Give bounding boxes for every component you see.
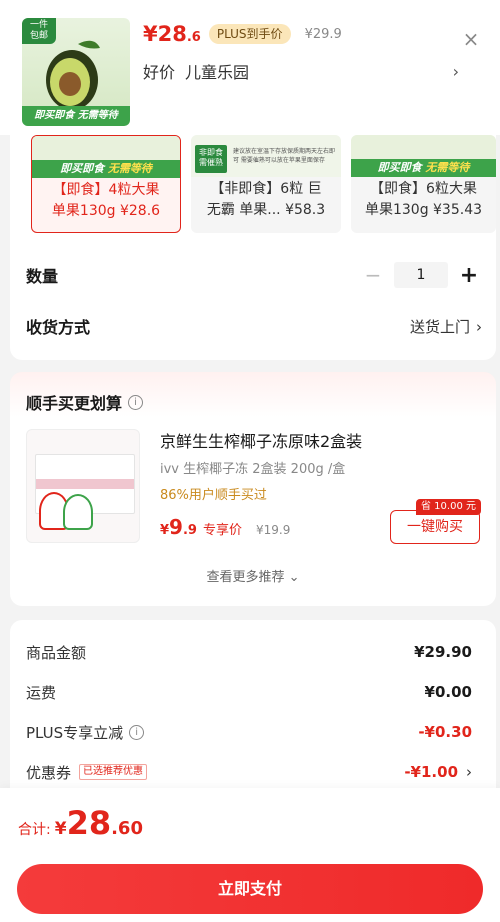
plus-price-badge: PLUS到手价: [208, 24, 291, 44]
variant-label: 【非即食】6粒 巨 无霸 单果... ¥58.3: [206, 181, 326, 218]
variant-panel: 即买即食 无需等待 【即食】4粒大果 单果130g ¥28.6 非即食 需催熟 …: [10, 135, 496, 360]
bundle-original-price: ¥19.9: [255, 523, 291, 537]
variant-label: 【即食】4粒大果 单果130g ¥28.6: [51, 182, 161, 219]
product-header: 一件包邮 即买即食 无需等待 ¥28 .6 PLUS到手价 ¥29.9 × 好价…: [0, 0, 500, 135]
checkout-footer: 合计: ¥ 28 .60 立即支付: [0, 788, 500, 922]
avocado-image: [46, 40, 100, 110]
info-icon[interactable]: i: [128, 394, 144, 410]
summary-row-shipping: 运费 ¥0.00: [26, 683, 472, 702]
product-thumbnail: 一件包邮 即买即食 无需等待: [22, 18, 130, 126]
promo-tag-kids: 儿童乐园: [185, 63, 250, 82]
summary-row-goods: 商品金额 ¥29.90: [26, 643, 472, 662]
chevron-right-icon: ›: [476, 317, 482, 336]
delivery-label: 收货方式: [26, 318, 91, 337]
plus-button[interactable]: +: [456, 263, 482, 288]
current-price-decimal: .6: [186, 30, 201, 45]
variant-image: 非即食 需催熟 建议放在室温下存放保质期两天左右即可 需要催熟可以放在苹果里面保…: [191, 135, 341, 177]
variant-band: 即买即食 无需等待: [351, 159, 496, 177]
chevron-right-icon: ›: [466, 763, 472, 781]
variant-image: 即买即食 无需等待: [32, 136, 180, 178]
variant-option[interactable]: 即买即食 无需等待 【即食】6粒大果 单果130g ¥35.43: [351, 135, 496, 233]
bundle-product-image[interactable]: [26, 429, 140, 543]
minus-button[interactable]: −: [360, 263, 386, 287]
original-price: ¥29.9: [304, 27, 342, 42]
quantity-row: 数量 − 1 +: [26, 260, 482, 290]
variant-tag: 非即食 需催熟: [195, 145, 227, 173]
exclusive-price-label: 专享价: [202, 523, 242, 538]
variant-option[interactable]: 即买即食 无需等待 【即食】4粒大果 单果130g ¥28.6: [31, 135, 181, 233]
more-recommendations-link[interactable]: 查看更多推荐 ⌄: [10, 566, 496, 585]
info-icon[interactable]: i: [129, 724, 145, 740]
quantity-stepper: − 1 +: [360, 262, 482, 288]
quantity-label: 数量: [26, 267, 59, 286]
order-summary: 商品金额 ¥29.90 运费 ¥0.00 PLUS专享立减 i -¥0.30 优…: [10, 620, 496, 810]
price-row: ¥28 .6 PLUS到手价 ¥29.9: [143, 22, 342, 50]
bundle-product-name[interactable]: 京鲜生生榨椰子冻原味2盒装: [160, 428, 362, 452]
pay-now-button[interactable]: 立即支付: [17, 864, 483, 914]
bundle-price: ¥ 9 .9 专享价 ¥19.9: [160, 515, 291, 539]
chevron-right-icon: ›: [452, 61, 459, 81]
close-icon[interactable]: ×: [460, 28, 482, 50]
save-badge: 省 10.00 元: [416, 499, 481, 515]
variant-band: 即买即食 无需等待: [32, 160, 180, 178]
bundle-purchase-stat: 86%用户顺手买过: [160, 488, 267, 503]
bundle-recommend-panel: 顺手买更划算 i 京鲜生生榨椰子冻原味2盒装 ivv 生榨椰子冻 2盒装 200…: [10, 372, 496, 606]
variant-label: 【即食】6粒大果 单果130g ¥35.43: [364, 181, 483, 218]
promo-tag-good-price: 好价: [143, 63, 176, 82]
delivery-value: 送货上门 ›: [409, 317, 482, 336]
total-amount: 合计: ¥ 28 .60: [18, 804, 143, 842]
delivery-row[interactable]: 收货方式 送货上门 ›: [26, 311, 482, 341]
coupon-tag: 已选推荐优惠: [79, 764, 148, 780]
one-click-buy-button[interactable]: 一键购买: [390, 510, 480, 544]
variant-fine-print: 建议放在室温下存放保质期两天左右即可 需要催熟可以放在苹果里面保存: [233, 148, 336, 164]
quantity-input[interactable]: 1: [394, 262, 448, 288]
current-price: ¥28: [143, 22, 187, 46]
promo-row[interactable]: 好价 儿童乐园 ›: [143, 58, 463, 84]
bundle-product-spec: ivv 生榨椰子冻 2盒装 200g /盒: [160, 462, 346, 477]
summary-row-plus-discount: PLUS专享立减 i -¥0.30: [26, 723, 472, 742]
thumb-band: 即买即食 无需等待: [22, 106, 130, 126]
variant-image: 即买即食 无需等待: [351, 135, 496, 177]
summary-row-coupon[interactable]: 优惠券 已选推荐优惠 -¥1.00 ›: [26, 760, 472, 784]
variant-option[interactable]: 非即食 需催熟 建议放在室温下存放保质期两天左右即可 需要催熟可以放在苹果里面保…: [191, 135, 341, 233]
bundle-title: 顺手买更划算 i: [26, 390, 144, 414]
